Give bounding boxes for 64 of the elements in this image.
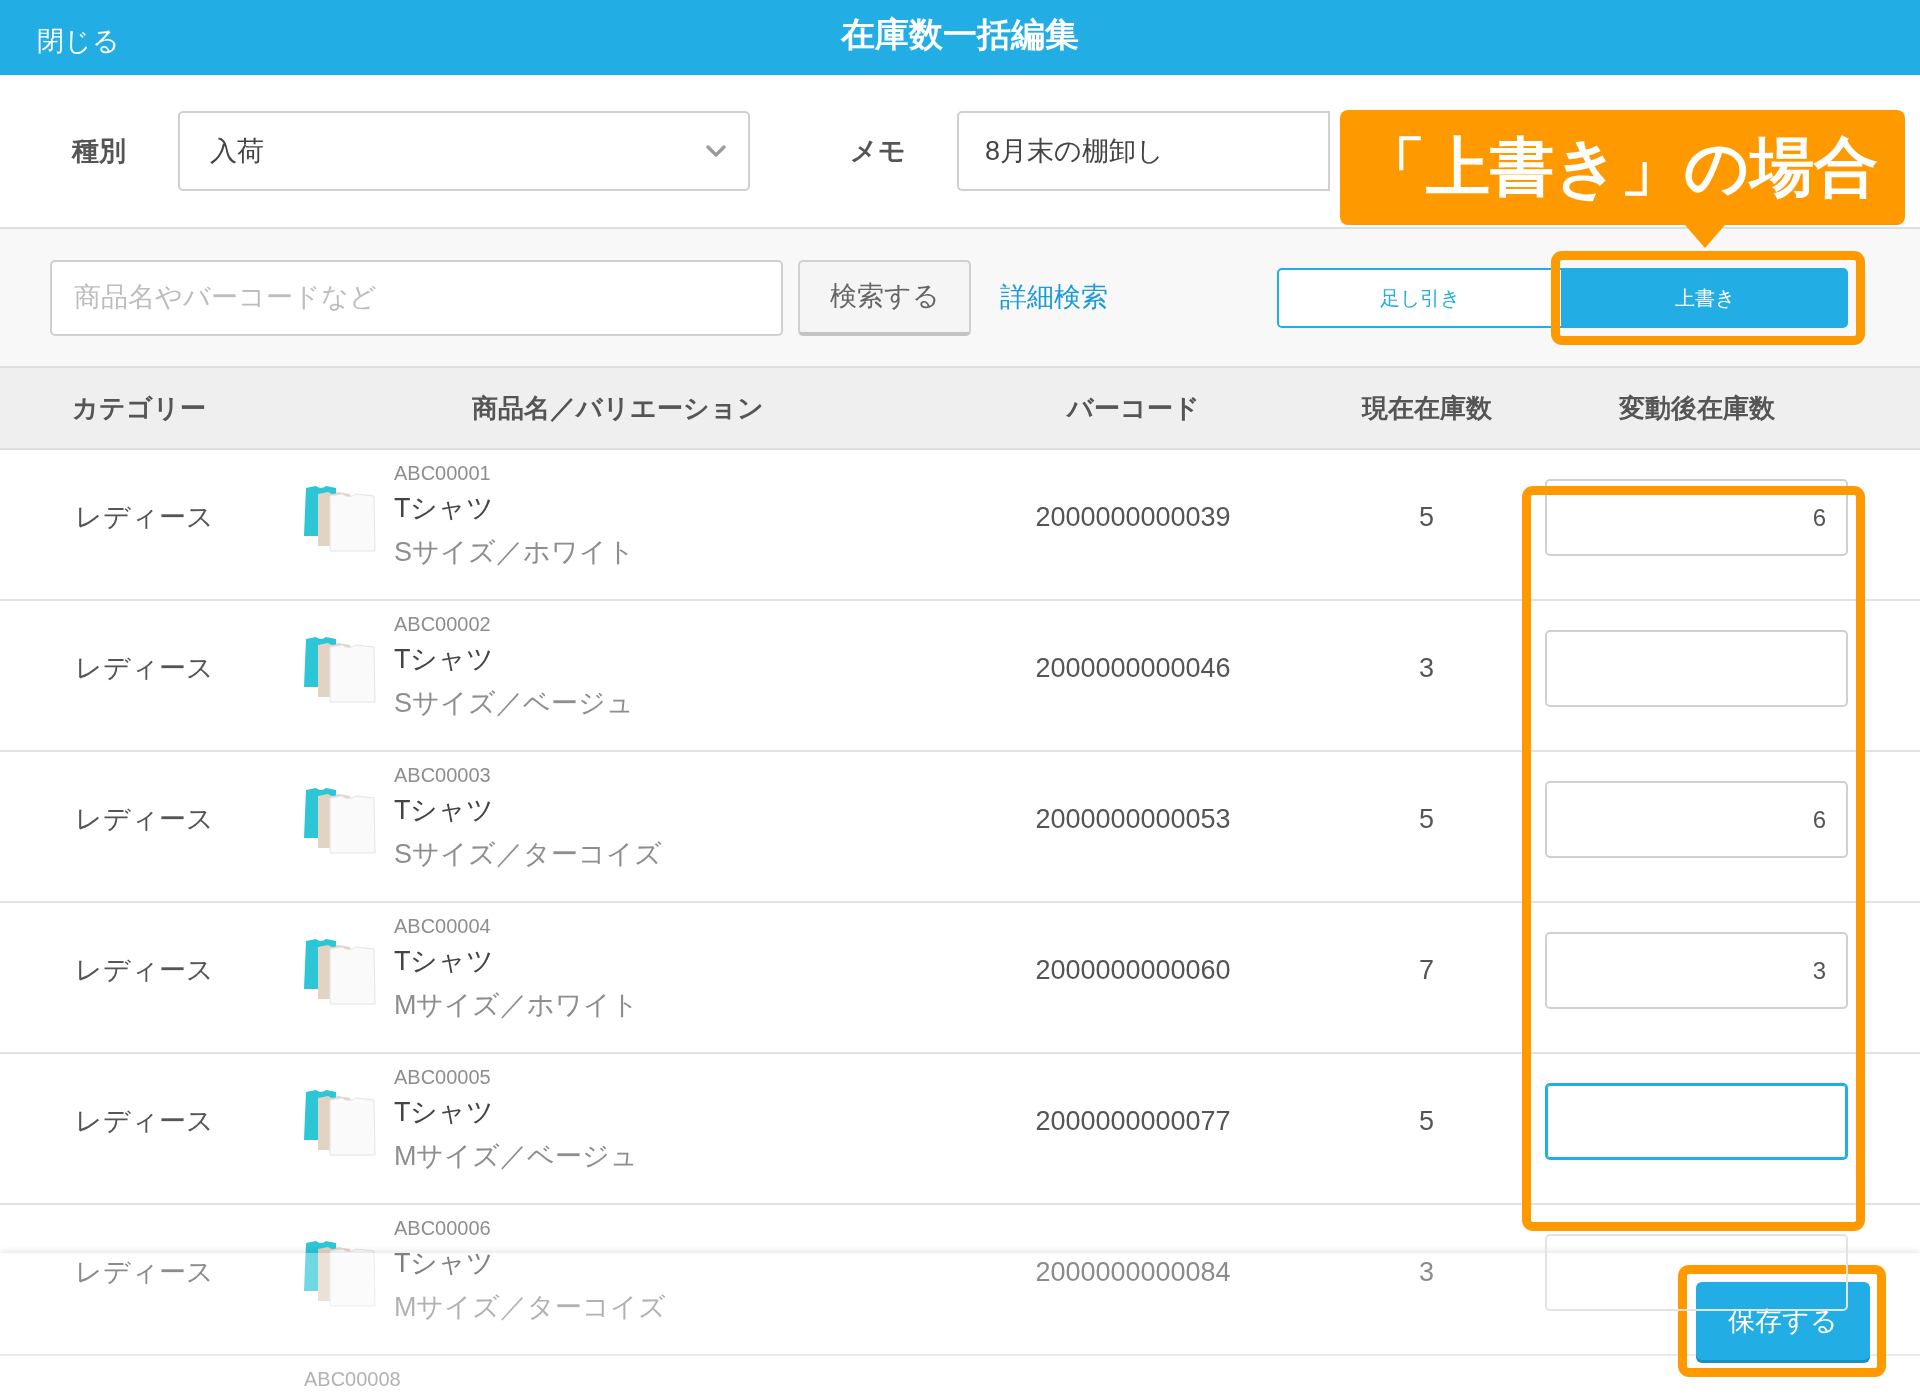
stock-count: 3 — [1419, 1257, 1434, 1288]
stock-field[interactable] — [1545, 1083, 1848, 1160]
product-name: Tシャツ — [394, 1247, 495, 1280]
product-name: Tシャツ — [394, 643, 495, 676]
category-text: レディース — [75, 955, 214, 986]
advanced-search-link[interactable]: 詳細検索 — [1000, 277, 1108, 318]
stock-field[interactable]: 3 — [1545, 932, 1848, 1009]
barcode-text: 2000000000077 — [1035, 1106, 1231, 1137]
variation-text: Mサイズ／ホワイト — [394, 989, 640, 1022]
variation-text: Sサイズ／ホワイト — [394, 536, 635, 569]
stock-count: 3 — [1419, 653, 1434, 684]
product-code: ABC00005 — [394, 1065, 491, 1090]
tshirts-drawing — [304, 937, 376, 1005]
tshirts-drawing — [304, 1239, 376, 1307]
search-button[interactable]: 検索する — [798, 259, 971, 336]
stock-count: 5 — [1419, 502, 1434, 533]
product-code: ABC00002 — [394, 612, 491, 637]
barcode-text: 2000000000060 — [1035, 955, 1231, 986]
barcode-text: 2000000000046 — [1035, 653, 1231, 684]
type-label: 種別 — [72, 134, 126, 168]
stock-field[interactable] — [1545, 630, 1848, 707]
column-header: カテゴリー — [72, 392, 206, 423]
product-code: ABC00003 — [394, 763, 491, 788]
column-header: 変動後在庫数 — [1618, 392, 1775, 423]
tshirts-drawing — [304, 786, 376, 854]
window-title: 在庫数一括編集 — [841, 14, 1079, 55]
product-name: Tシャツ — [394, 794, 495, 827]
variation-text: Mサイズ／ターコイズ — [394, 1291, 667, 1324]
barcode-text: 2000000000039 — [1035, 502, 1231, 533]
chevron-down-icon — [706, 145, 726, 157]
tshirts-drawing — [304, 635, 376, 703]
product-code: ABC00004 — [394, 914, 491, 939]
stock-count: 5 — [1419, 804, 1434, 835]
callout-bubble: 「上書き」の場合 — [1340, 110, 1905, 225]
memo-field[interactable]: 8月末の棚卸し — [957, 111, 1330, 191]
memo-label: メモ — [850, 134, 906, 168]
category-text: レディース — [75, 1106, 214, 1137]
tshirts-drawing — [304, 1088, 376, 1156]
barcode-text: 2000000000053 — [1035, 804, 1231, 835]
product-name: Tシャツ — [394, 492, 495, 525]
variation-text: Sサイズ／ターコイズ — [394, 838, 662, 871]
tshirts-drawing — [304, 484, 376, 552]
type-select[interactable]: 入荷 — [178, 111, 750, 191]
stock-count: 5 — [1419, 1106, 1434, 1137]
product-code: ABC00008 — [304, 1367, 401, 1392]
callout-pointer-icon — [1685, 225, 1725, 248]
category-text: レディース — [75, 804, 214, 835]
column-header: 商品名／バリエーション — [472, 392, 764, 423]
product-name: Tシャツ — [394, 1096, 495, 1129]
column-header: 現在在庫数 — [1361, 392, 1492, 423]
product-code: ABC00001 — [394, 461, 491, 486]
variation-text: Sサイズ／ベージュ — [394, 687, 634, 720]
category-text: レディース — [75, 502, 214, 533]
column-header: バーコード — [1066, 392, 1200, 423]
search-field[interactable]: 商品名やバーコードなど — [50, 259, 783, 336]
variation-text: Mサイズ／ベージュ — [394, 1140, 639, 1173]
barcode-text: 2000000000084 — [1035, 1257, 1231, 1288]
product-code: ABC00006 — [394, 1216, 491, 1241]
stock-field[interactable]: 6 — [1545, 781, 1848, 858]
category-text: レディース — [75, 1257, 214, 1288]
stock-count: 7 — [1419, 955, 1434, 986]
stock-field[interactable]: 6 — [1545, 479, 1848, 556]
category-text: レディース — [75, 653, 214, 684]
product-name: Tシャツ — [394, 945, 495, 978]
